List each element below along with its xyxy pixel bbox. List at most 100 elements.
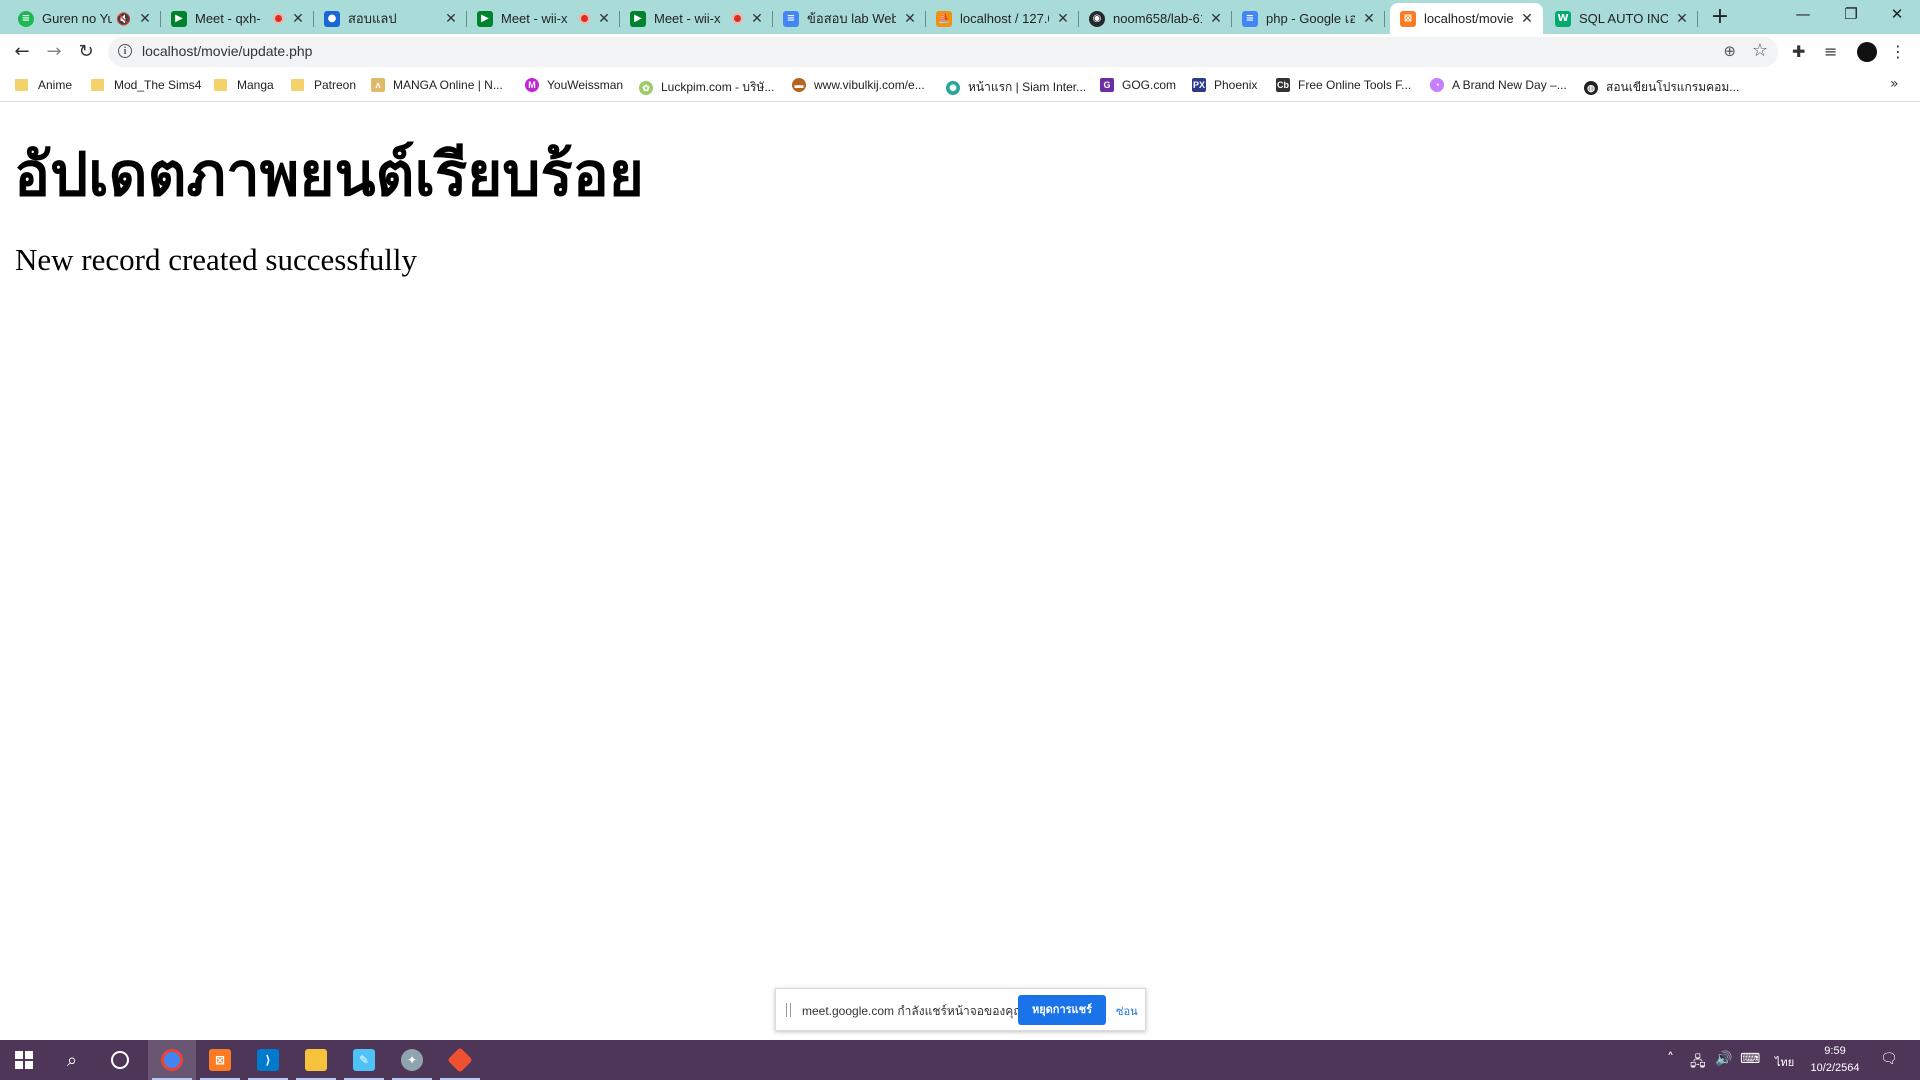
page-heading: อัปเดตภาพยนต์เรียบร้อย (14, 140, 644, 210)
tab-meet-2[interactable]: ▶ Meet - wii-x ✕ (467, 3, 620, 34)
network-icon[interactable]: 🖧 (1690, 1051, 1706, 1075)
bookmark-label: หน้าแรก | Siam Inter... (968, 80, 1087, 94)
close-tab-icon[interactable]: ✕ (443, 11, 459, 27)
tab-localhost-movie[interactable]: ⊠ localhost/movie ✕ (1390, 3, 1543, 34)
taskbar-notepad[interactable]: ✎ (340, 1040, 388, 1080)
keyboard-icon[interactable]: ⌨ (1740, 1051, 1760, 1067)
tab-phpmyadmin[interactable]: ⛵ localhost / 127.0 ✕ (926, 3, 1079, 34)
minimize-icon[interactable]: — (1780, 0, 1826, 30)
bookmark-star-icon[interactable]: ☆ (1752, 40, 1768, 61)
bookmark-manga-online[interactable]: ʌ MANGA Online | N... (371, 78, 503, 92)
taskbar-chrome[interactable] (148, 1040, 196, 1080)
bookmark-vibulkij[interactable]: ▬ www.vibulkij.com/e... (792, 78, 925, 92)
media-control-icon[interactable]: ≡ (1824, 42, 1837, 61)
more-bookmarks-icon[interactable]: » (1890, 76, 1899, 92)
close-tab-icon[interactable]: ✕ (1674, 11, 1690, 27)
recording-icon (732, 13, 743, 24)
folder-icon (15, 79, 28, 91)
taskbar-file-explorer[interactable] (292, 1040, 340, 1080)
start-button[interactable] (0, 1040, 48, 1080)
taskbar-git[interactable] (436, 1040, 484, 1080)
close-tab-icon[interactable]: ✕ (902, 11, 918, 27)
reload-icon[interactable]: ↻ (72, 38, 100, 66)
folder-icon (91, 79, 104, 91)
search-button[interactable]: ⌕ (48, 1040, 96, 1080)
close-tab-icon[interactable]: ✕ (1208, 11, 1224, 27)
tab-github[interactable]: ◉ noom658/lab-61 ✕ (1079, 3, 1232, 34)
google-meet-icon: ▶ (477, 10, 493, 27)
google-docs-icon: ≡ (783, 10, 799, 27)
close-tab-icon[interactable]: ✕ (1519, 11, 1535, 27)
system-clock[interactable]: 9:59 10/2/2564 (1800, 1043, 1870, 1077)
forward-icon[interactable]: → (40, 38, 68, 66)
bookmark-gog[interactable]: G GOG.com (1100, 78, 1176, 92)
taskbar-vscode[interactable]: ⟩ (244, 1040, 292, 1080)
bookmark-free-online-tools[interactable]: Cb Free Online Tools F... (1276, 78, 1411, 92)
zoom-icon[interactable]: ⊕ (1723, 42, 1736, 60)
bookmark-siam[interactable]: ✺ หน้าแรก | Siam Inter... (946, 78, 1086, 97)
volume-icon[interactable]: 🔊 (1715, 1051, 1732, 1067)
drag-handle-icon[interactable] (786, 1003, 791, 1017)
bookmark-patreon[interactable]: Patreon (291, 78, 356, 92)
chrome-icon (161, 1049, 183, 1071)
folder-icon (291, 79, 304, 91)
tab-title: localhost / 127.0 (960, 11, 1049, 26)
tab-title: SQL AUTO INCR (1579, 11, 1668, 26)
bookmark-manga[interactable]: Manga (214, 78, 274, 92)
stop-sharing-button[interactable]: หยุดการแชร์ (1018, 995, 1106, 1025)
bookmark-label: Patreon (314, 78, 357, 92)
siam-icon: ✺ (946, 80, 960, 95)
taskbar-paint[interactable]: ✦ (388, 1040, 436, 1080)
bookmark-coding-site[interactable]: ◍ สอนเขียนโปรแกรมคอม... (1584, 78, 1739, 97)
vibulkij-icon: ▬ (792, 78, 806, 92)
google-meet-icon: ▶ (171, 10, 187, 27)
w3schools-icon: W (1555, 10, 1571, 27)
page-content: อัปเดตภาพยนต์เรียบร้อย New record create… (0, 102, 1920, 1040)
tab-title: localhost/movie (1424, 11, 1513, 26)
tab-spotify[interactable]: ≡ Guren no Yumiya 🔇 ✕ (8, 3, 161, 34)
close-tab-icon[interactable]: ✕ (749, 11, 765, 27)
close-tab-icon[interactable]: ✕ (137, 11, 153, 27)
restore-icon[interactable]: ❐ (1828, 0, 1874, 30)
menu-icon[interactable]: ⋮ (1890, 42, 1906, 61)
back-icon[interactable]: ← (8, 38, 36, 66)
xampp-icon: ⊠ (1400, 10, 1416, 27)
notifications-icon[interactable]: 🗨 (1880, 1051, 1898, 1067)
bookmark-brand-new-day[interactable]: ◔ A Brand New Day –... (1430, 78, 1567, 92)
tab-docs-exam[interactable]: ≡ ข้อสอบ lab Web P ✕ (773, 3, 926, 34)
vscode-icon: ⟩ (257, 1049, 279, 1071)
close-tab-icon[interactable]: ✕ (1055, 11, 1071, 27)
tab-meet-1[interactable]: ▶ Meet - qxh- ✕ (161, 3, 314, 34)
tab-meet-3[interactable]: ▶ Meet - wii-x ✕ (620, 3, 773, 34)
bookmark-label: Manga (237, 78, 274, 92)
tab-w3schools[interactable]: W SQL AUTO INCR ✕ (1545, 3, 1698, 34)
new-tab-icon[interactable]: + (1708, 5, 1732, 29)
taskbar-xampp[interactable]: ⊠ (196, 1040, 244, 1080)
url-text[interactable]: localhost/movie/update.php (142, 43, 312, 59)
xampp-icon: ⊠ (209, 1049, 231, 1071)
extensions-icon[interactable]: ✚ (1792, 42, 1805, 61)
bookmark-label: www.vibulkij.com/e... (814, 78, 925, 92)
cortana-button[interactable] (96, 1040, 144, 1080)
profile-avatar[interactable] (1857, 42, 1877, 62)
tab-classroom[interactable]: ● สอบแลป ✕ (314, 3, 467, 34)
bookmark-luckpim[interactable]: ✿ Luckpim.com - บริษั... (639, 78, 774, 97)
bookmark-youweissman[interactable]: M YouWeissman (525, 78, 623, 92)
address-bar[interactable]: i localhost/movie/update.php ⊕ ☆ (108, 37, 1778, 67)
close-tab-icon[interactable]: ✕ (290, 11, 306, 27)
close-tab-icon[interactable]: ✕ (596, 11, 612, 27)
close-tab-icon[interactable]: ✕ (1361, 11, 1377, 27)
hide-button[interactable]: ซ่อน (1116, 1002, 1138, 1020)
input-language[interactable]: ไทย (1775, 1053, 1794, 1071)
tab-title: noom658/lab-61 (1113, 11, 1202, 26)
mute-icon[interactable]: 🔇 (116, 12, 131, 26)
bookmark-mod-the-sims4[interactable]: Mod_The Sims4 (91, 78, 201, 92)
bookmark-anime[interactable]: Anime (15, 78, 72, 92)
bookmark-phoenix[interactable]: PX Phoenix (1192, 78, 1257, 92)
google-meet-icon: ▶ (630, 10, 646, 27)
google-classroom-icon: ● (324, 10, 340, 27)
close-window-icon[interactable]: ✕ (1874, 0, 1920, 30)
show-hidden-icons-icon[interactable]: ˄ (1667, 1051, 1674, 1067)
tab-docs-php[interactable]: ≡ php - Google เอก ✕ (1232, 3, 1385, 34)
site-info-icon[interactable]: i (118, 44, 132, 58)
